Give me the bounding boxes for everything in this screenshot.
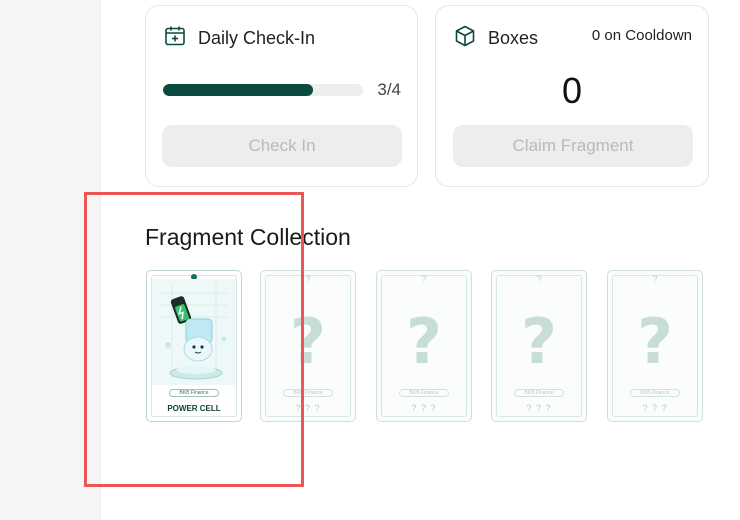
checkin-progress-text: 3/4: [377, 80, 401, 99]
boxes-title: Boxes: [488, 28, 539, 48]
daily-checkin-card: Daily Check-In 3/4 Check In: [145, 5, 418, 187]
fragment-top-marker: ?: [652, 274, 658, 284]
fragment-top-marker: ?: [421, 274, 427, 284]
fragment-brand-pill: BKB Finance: [514, 389, 564, 397]
checkin-progress-fill: [163, 84, 313, 96]
fragment-card-locked[interactable]: ? ? BKB Finance ? ? ?: [491, 270, 587, 422]
check-in-button[interactable]: Check In: [162, 125, 402, 167]
fragment-name: ? ? ?: [526, 403, 552, 413]
daily-checkin-header: Daily Check-In: [163, 24, 315, 53]
fragment-brand-pill: BKB Finance: [630, 389, 680, 397]
fragment-top-marker: ?: [536, 274, 542, 284]
fragment-name: ? ? ?: [642, 403, 668, 413]
cube-icon: [453, 24, 477, 53]
boxes-count: 0: [561, 70, 583, 111]
fragment-card-locked[interactable]: ? ? BKB Finance ? ? ?: [376, 270, 472, 422]
fragment-brand-pill: BKB Finance: [399, 389, 449, 397]
highlight-box: [84, 192, 304, 487]
daily-checkin-title: Daily Check-In: [198, 28, 316, 48]
boxes-card: Boxes 0 on Cooldown 0 Claim Fragment: [435, 5, 709, 187]
boxes-header: Boxes: [453, 24, 538, 53]
fragment-name: ? ? ?: [411, 403, 437, 413]
fragment-card-locked[interactable]: ? ? BKB Finance ? ? ?: [607, 270, 703, 422]
calendar-plus-icon: [163, 24, 187, 53]
claim-fragment-button[interactable]: Claim Fragment: [453, 125, 693, 167]
checkin-progress-bar: [163, 84, 363, 96]
question-mark-icon: ?: [521, 305, 557, 378]
boxes-cooldown-text: 0 on Cooldown: [591, 27, 692, 44]
question-mark-icon: ?: [637, 305, 673, 378]
question-mark-icon: ?: [406, 305, 442, 378]
